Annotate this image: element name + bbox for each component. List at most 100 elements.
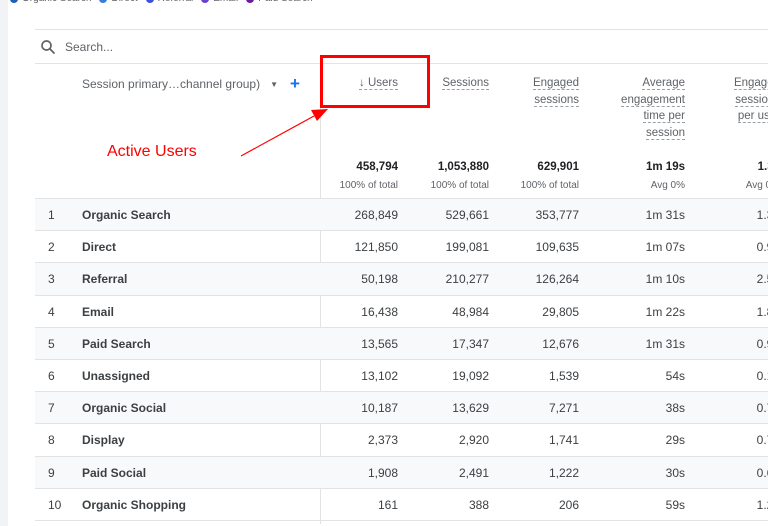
cell-eps: 1.81 bbox=[756, 304, 768, 319]
cell-avg: 54s bbox=[665, 368, 685, 383]
cell-users: 2,373 bbox=[367, 433, 398, 448]
row-channel-name[interactable]: Paid Social bbox=[82, 466, 146, 480]
total-users: 458,794 bbox=[356, 161, 398, 173]
row-channel-name[interactable]: Email bbox=[82, 305, 114, 319]
cell-eps: 0.71 bbox=[756, 401, 768, 416]
cell-users: 13,102 bbox=[361, 368, 398, 383]
header-line: time per bbox=[643, 110, 685, 123]
legend-dot-icon bbox=[201, 0, 210, 3]
legend-label: Referral bbox=[158, 0, 194, 4]
cell-users: 10,187 bbox=[361, 401, 398, 416]
header-line: Average bbox=[642, 77, 685, 90]
cell-eps: 1.32 bbox=[756, 208, 768, 222]
header-line: sessions bbox=[735, 93, 768, 107]
total-avg-engagement-time: 1m 19s bbox=[645, 161, 685, 173]
table-row[interactable]: 4 Email 16,438 48,984 29,805 1m 22s 1.81 bbox=[35, 296, 768, 328]
row-channel-name[interactable]: Organic Shopping bbox=[82, 498, 186, 512]
cell-engaged: 29,805 bbox=[542, 304, 579, 319]
row-index: 8 bbox=[48, 433, 55, 448]
header-line: Engaged bbox=[532, 77, 579, 90]
cell-avg: 30s bbox=[665, 465, 685, 480]
table-row[interactable]: 8 Display 2,373 2,920 1,741 29s 0.73 bbox=[35, 424, 768, 457]
column-header-sessions[interactable]: Sessions bbox=[442, 75, 489, 92]
cell-sessions: 17,347 bbox=[452, 336, 489, 351]
row-index: 4 bbox=[48, 304, 55, 319]
row-index: 3 bbox=[48, 272, 55, 287]
table-body: 1 Organic Search 268,849 529,661 353,777 1m 3… bbox=[35, 199, 768, 521]
column-header-engaged-sessions-per-user[interactable]: Engaged sessions per user bbox=[733, 75, 768, 125]
cell-avg: 1m 31s bbox=[645, 208, 685, 222]
table-row[interactable]: 2 Direct 121,850 199,081 109,635 1m 07s 0.90 bbox=[35, 231, 768, 264]
dimension-label: Session primary…channel group) bbox=[82, 77, 261, 91]
table-row[interactable]: 1 Organic Search 268,849 529,661 353,777 1m 3… bbox=[35, 199, 768, 232]
legend-item: Email bbox=[201, 0, 238, 4]
header-line: sessions bbox=[534, 93, 579, 107]
row-index: 1 bbox=[48, 208, 55, 222]
cell-sessions: 210,277 bbox=[445, 272, 489, 287]
legend-label: Organic Search bbox=[22, 0, 91, 4]
column-header-engaged-sessions[interactable]: Engaged sessions bbox=[532, 75, 579, 108]
total-engaged-sub: 100% of total bbox=[520, 180, 579, 191]
row-channel-name[interactable]: Referral bbox=[82, 272, 127, 286]
cell-eps: 0.90 bbox=[756, 240, 768, 255]
annotation-highlight-box bbox=[320, 55, 430, 108]
annotation-label: Active Users bbox=[107, 143, 197, 160]
table-row[interactable]: 9 Paid Social 1,908 2,491 1,222 30s 0.64 bbox=[35, 456, 768, 489]
row-channel-name[interactable]: Organic Social bbox=[82, 401, 166, 415]
cell-avg: 59s bbox=[665, 497, 685, 512]
cell-users: 268,849 bbox=[354, 208, 398, 222]
cell-eps: 1.28 bbox=[756, 497, 768, 512]
cell-sessions: 529,661 bbox=[445, 208, 489, 222]
cell-users: 1,908 bbox=[367, 465, 398, 480]
total-users-sub: 100% of total bbox=[339, 180, 398, 191]
add-dimension-button[interactable]: + bbox=[290, 75, 300, 92]
table-row[interactable]: 5 Paid Search 13,565 17,347 12,676 1m 31s 0.93 bbox=[35, 327, 768, 360]
row-index: 10 bbox=[48, 497, 62, 512]
row-index: 2 bbox=[48, 240, 55, 255]
cell-engaged: 126,264 bbox=[535, 272, 579, 287]
cell-avg: 1m 07s bbox=[645, 240, 685, 255]
table-row[interactable]: 3 Referral 50,198 210,277 126,264 1m 10s 2.52 bbox=[35, 263, 768, 296]
cell-sessions: 199,081 bbox=[445, 240, 489, 255]
row-channel-name[interactable]: Unassigned bbox=[82, 369, 150, 383]
total-avg-sub: Avg 0% bbox=[650, 180, 685, 191]
row-channel-name[interactable]: Direct bbox=[82, 240, 116, 254]
column-header-avg-engagement-time[interactable]: Average engagement time per session bbox=[621, 75, 685, 141]
report-table: Session primary…channel group) ▼ + ↓ Use… bbox=[35, 63, 768, 524]
cell-engaged: 1,741 bbox=[548, 433, 579, 448]
total-sessions: 1,053,880 bbox=[437, 161, 489, 173]
cell-avg: 1m 31s bbox=[645, 336, 685, 351]
search-input[interactable] bbox=[65, 39, 265, 54]
dimension-selector[interactable]: Session primary…channel group) ▼ + bbox=[82, 75, 300, 92]
chart-legend: Organic Search Direct Referral Email Paid Se… bbox=[10, 0, 313, 4]
legend-item: Paid Search bbox=[246, 0, 313, 4]
row-index: 9 bbox=[48, 465, 55, 480]
header-line: session bbox=[646, 126, 685, 140]
row-channel-name[interactable]: Paid Search bbox=[82, 337, 151, 351]
row-channel-name[interactable]: Display bbox=[82, 433, 125, 447]
legend-label: Paid Search bbox=[258, 0, 312, 4]
row-index: 5 bbox=[48, 336, 55, 351]
header-line: per user bbox=[737, 110, 768, 123]
table-row[interactable]: 10 Organic Shopping 161 388 206 59s 1.28 bbox=[35, 489, 768, 521]
legend-item: Direct bbox=[99, 0, 138, 4]
cell-sessions: 48,984 bbox=[452, 304, 489, 319]
legend-dot-icon bbox=[99, 0, 108, 3]
cell-sessions: 388 bbox=[468, 497, 489, 512]
cell-eps: 0.93 bbox=[756, 336, 768, 351]
legend-label: Direct bbox=[111, 0, 137, 4]
cell-users: 13,565 bbox=[361, 336, 398, 351]
cell-eps: 0.73 bbox=[756, 433, 768, 448]
search-icon bbox=[41, 39, 55, 54]
table-row[interactable]: 6 Unassigned 13,102 19,092 1,539 54s 0.12 bbox=[35, 360, 768, 393]
total-engaged-sessions-per-user: 1.37 bbox=[757, 161, 768, 173]
cell-avg: 1m 22s bbox=[645, 304, 685, 319]
legend-dot-icon bbox=[246, 0, 255, 3]
total-engaged-sessions: 629,901 bbox=[537, 161, 579, 173]
caret-down-icon: ▼ bbox=[270, 79, 279, 89]
header-line: Engaged bbox=[733, 77, 768, 90]
row-channel-name[interactable]: Organic Search bbox=[82, 208, 171, 222]
cell-engaged: 353,777 bbox=[535, 208, 579, 222]
cell-users: 16,438 bbox=[361, 304, 398, 319]
table-row[interactable]: 7 Organic Social 10,187 13,629 7,271 38s 0.71 bbox=[35, 392, 768, 425]
